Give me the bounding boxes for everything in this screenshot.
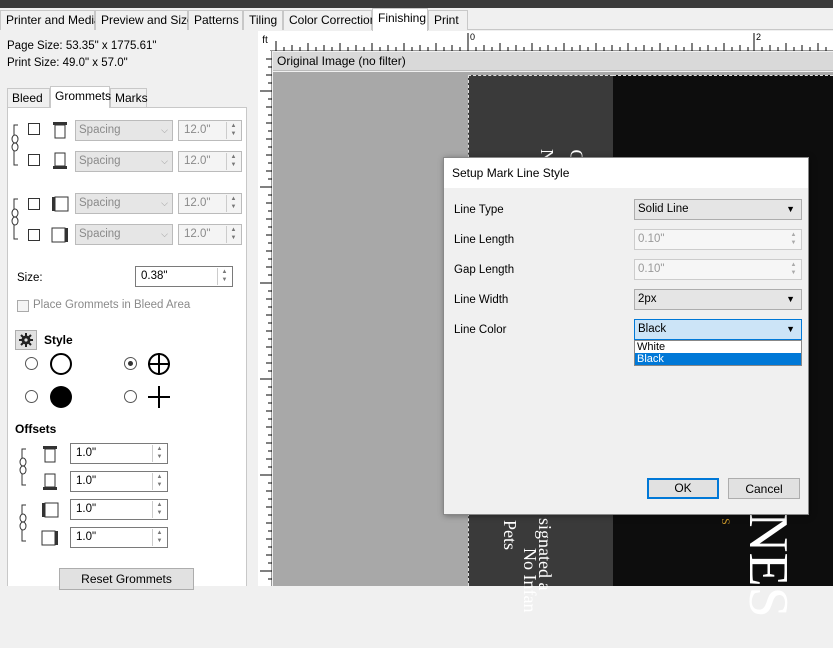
line-type-select[interactable]: Solid Line ▼ (634, 199, 802, 220)
line-length-label: Line Length (454, 234, 515, 246)
top-offset-input[interactable]: 1.0" ▲ ▼ (70, 443, 168, 464)
left-edge-spacing-input[interactable]: 12.0" ▲ ▼ (178, 193, 242, 214)
right-edge-spacing-input[interactable]: 12.0" ▲ ▼ (178, 224, 242, 245)
ring-grommet-icon (50, 353, 72, 375)
style-crosshair-circle-radio[interactable] (124, 357, 137, 370)
gap-length-label: Gap Length (454, 264, 515, 276)
image-view-title: Original Image (no filter) (273, 52, 833, 71)
offsets-heading: Offsets (15, 422, 57, 436)
subtab-marks[interactable]: Marks (110, 88, 148, 107)
line-type-label: Line Type (454, 204, 504, 216)
link-chain-icon[interactable] (10, 121, 28, 169)
crosshair-circle-icon (148, 353, 170, 375)
print-size-info: Print Size: 49.0" x 57.0" (7, 57, 128, 69)
ruler-top: 0 2 (270, 31, 833, 51)
line-color-label: Line Color (454, 324, 507, 336)
gear-icon (19, 333, 33, 347)
link-chain-icon[interactable] (18, 446, 36, 488)
subtab-grommets[interactable]: Grommets (50, 86, 111, 108)
size-label: Size: (17, 272, 43, 284)
bottom-edge-icon (53, 152, 67, 169)
left-offset-input[interactable]: 1.0" ▲ ▼ (70, 499, 168, 520)
window-top-bar (0, 0, 833, 8)
tab-finishing[interactable]: Finishing (372, 8, 428, 31)
style-settings-button[interactable] (15, 330, 37, 350)
top-edge-icon (53, 122, 67, 139)
tab-preview-and-size[interactable]: Preview and Size (95, 10, 194, 30)
link-chain-icon[interactable] (18, 502, 36, 544)
top-edge-mode-select[interactable]: Spacing ⌵ (75, 120, 173, 141)
setup-mark-line-style-dialog: Setup Mark Line Style Line Type Solid Li… (443, 157, 809, 515)
bottom-edge-checkbox[interactable] (28, 154, 40, 166)
main-tab-bar: Printer and Media Preview and Size Patte… (0, 8, 833, 31)
grommet-size-input[interactable]: 0.38" ▲ ▼ (135, 266, 233, 287)
line-width-label: Line Width (454, 294, 509, 306)
bottom-offset-input[interactable]: 1.0" ▲ ▼ (70, 471, 168, 492)
tab-print[interactable]: Print (428, 10, 468, 30)
link-chain-icon[interactable] (10, 195, 28, 243)
tab-patterns[interactable]: Patterns (188, 10, 243, 30)
left-edge-icon (52, 196, 69, 212)
style-cross-radio[interactable] (124, 390, 137, 403)
subtab-bleed[interactable]: Bleed (7, 88, 50, 107)
gap-length-input[interactable]: 0.10" ▲ ▼ (634, 259, 802, 280)
bottom-offset-icon (43, 473, 57, 490)
top-edge-spacing-input[interactable]: 12.0" ▲ ▼ (178, 120, 242, 141)
artwork-text-big: NES (737, 512, 799, 618)
left-offset-icon (42, 502, 59, 518)
cancel-button[interactable]: Cancel (728, 478, 800, 499)
left-edge-mode-select[interactable]: Spacing ⌵ (75, 193, 173, 214)
artwork-text-line3: Pets (500, 520, 520, 551)
line-color-dropdown-list: White Black (634, 340, 802, 366)
ok-button[interactable]: OK (647, 478, 719, 499)
right-offset-input[interactable]: 1.0" ▲ ▼ (70, 527, 168, 548)
reset-grommets-button[interactable]: Reset Grommets (59, 568, 194, 590)
line-length-input[interactable]: 0.10" ▲ ▼ (634, 229, 802, 250)
bleed-area-label: Place Grommets in Bleed Area (33, 299, 191, 311)
artwork-text-line2: signated a (535, 518, 555, 591)
right-edge-icon (51, 227, 68, 243)
style-ring-radio[interactable] (25, 357, 38, 370)
left-edge-checkbox[interactable] (28, 198, 40, 210)
top-edge-checkbox[interactable] (28, 123, 40, 135)
top-offset-icon (43, 446, 57, 463)
style-heading: Style (44, 333, 73, 347)
line-color-option-black[interactable]: Black (635, 353, 801, 365)
page-size-info: Page Size: 53.35" x 1775.61" (7, 40, 157, 52)
style-filled-radio[interactable] (25, 390, 38, 403)
line-color-select[interactable]: Black ▼ (634, 319, 802, 340)
artwork-text-gold-s: S (718, 518, 733, 525)
ruler-top-label-2: 2 (756, 32, 762, 42)
ruler-top-label-0: 0 (470, 32, 476, 42)
cross-icon (148, 386, 170, 408)
right-edge-mode-select[interactable]: Spacing ⌵ (75, 224, 173, 245)
right-offset-icon (41, 530, 58, 546)
bottom-edge-mode-select[interactable]: Spacing ⌵ (75, 151, 173, 172)
line-width-select[interactable]: 2px ▼ (634, 289, 802, 310)
bleed-area-checkbox[interactable] (17, 300, 29, 312)
right-edge-checkbox[interactable] (28, 229, 40, 241)
dialog-title: Setup Mark Line Style (444, 158, 808, 188)
ruler-left (258, 51, 272, 586)
tab-tiling[interactable]: Tiling (243, 10, 283, 30)
line-color-option-white[interactable]: White (635, 341, 801, 353)
tab-color-correction[interactable]: Color Correction (283, 10, 376, 30)
tab-printer-and-media[interactable]: Printer and Media (0, 10, 101, 30)
filled-circle-icon (50, 386, 72, 408)
bottom-edge-spacing-input[interactable]: 12.0" ▲ ▼ (178, 151, 242, 172)
